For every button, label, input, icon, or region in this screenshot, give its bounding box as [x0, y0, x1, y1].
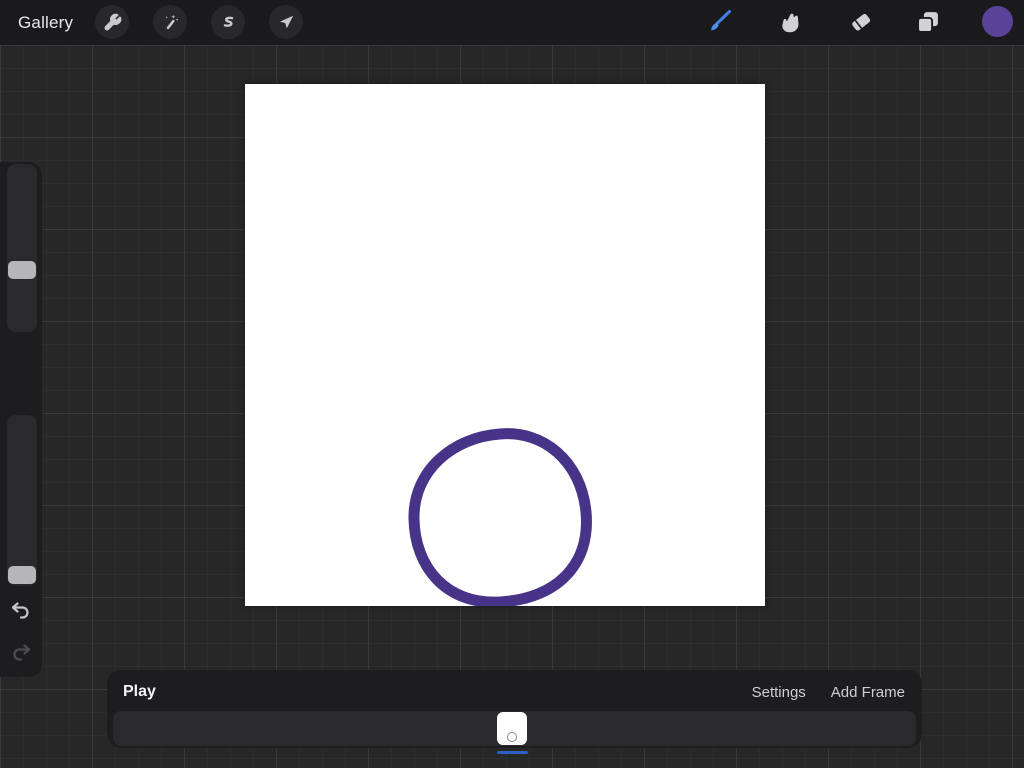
opacity-handle[interactable] — [8, 566, 36, 584]
gallery-button[interactable]: Gallery — [18, 0, 73, 45]
canvas-artwork — [245, 84, 765, 606]
magic-wand-icon — [161, 13, 180, 32]
undo-button[interactable] — [9, 599, 33, 623]
erase-tool-button[interactable] — [845, 6, 877, 38]
opacity-slider[interactable] — [7, 415, 37, 586]
eraser-icon — [847, 8, 875, 36]
brush-icon — [704, 7, 734, 37]
drawing-canvas[interactable] — [245, 84, 765, 606]
add-frame-button[interactable]: Add Frame — [831, 684, 905, 701]
smudge-finger-icon — [777, 8, 805, 36]
selection-button[interactable] — [211, 5, 245, 39]
frame-thumbnail-1[interactable] — [497, 712, 527, 745]
wrench-icon — [103, 13, 122, 32]
frame-thumbnail-circle-mark — [507, 732, 517, 742]
paint-tool-button[interactable] — [703, 6, 735, 38]
layers-button[interactable] — [912, 6, 944, 38]
animation-assist-panel: Play Settings Add Frame — [107, 670, 922, 748]
actions-button[interactable] — [95, 5, 129, 39]
transform-button[interactable] — [269, 5, 303, 39]
play-button[interactable]: Play — [123, 683, 156, 701]
procreate-app: { "topbar": { "gallery_label": "Gallery"… — [0, 0, 1024, 768]
brush-size-slider[interactable] — [7, 164, 37, 332]
redo-icon — [9, 641, 33, 665]
smudge-tool-button[interactable] — [775, 6, 807, 38]
hand-drawn-circle — [414, 434, 586, 603]
undo-icon — [9, 599, 33, 623]
brush-size-handle[interactable] — [8, 261, 36, 279]
selection-s-icon — [219, 13, 238, 32]
transform-arrow-icon — [277, 13, 296, 32]
frame-timeline[interactable] — [113, 711, 916, 746]
adjustments-button[interactable] — [153, 5, 187, 39]
settings-button[interactable]: Settings — [752, 684, 806, 701]
redo-button[interactable] — [9, 641, 33, 665]
sidebar-tool-strip — [0, 162, 42, 677]
active-frame-indicator — [497, 751, 528, 754]
panel-actions: Settings Add Frame — [752, 684, 905, 701]
top-toolbar: Gallery — [0, 0, 1024, 45]
color-swatch-button[interactable] — [982, 6, 1013, 37]
layers-icon — [914, 8, 942, 36]
